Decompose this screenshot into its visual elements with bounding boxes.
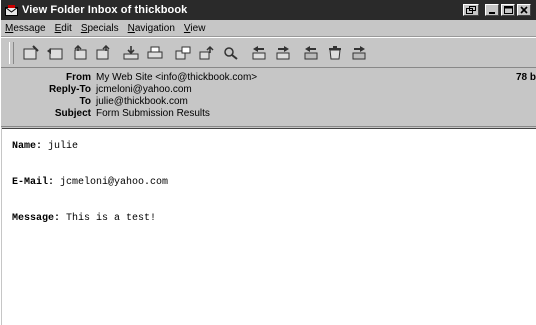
message-size: 78 b [515, 72, 536, 83]
subject-value: Form Submission Results [96, 108, 210, 119]
window-title: View Folder Inbox of thickbook [22, 4, 188, 16]
to-value[interactable]: julie@thickbook.com [96, 96, 188, 108]
email-line: E-Mail: jcmeloni@yahoo.com [12, 177, 526, 189]
menu-message[interactable]: Message [5, 23, 46, 34]
minimize-icon[interactable] [485, 4, 499, 16]
to-label: To [79, 96, 91, 107]
replyto-row: Reply-To jcmeloni@yahoo.com [1, 84, 536, 96]
message-body[interactable]: Name: julie E-Mail: jcmeloni@yahoo.com M… [2, 128, 536, 325]
subject-row: Subject Form Submission Results [1, 108, 536, 120]
to-row: To julie@thickbook.com [1, 96, 536, 108]
menu-navigation[interactable]: Navigation [128, 23, 175, 34]
prev-unread-icon[interactable] [301, 42, 321, 64]
email-value: jcmeloni@yahoo.com [54, 177, 169, 188]
prev-icon[interactable] [249, 42, 269, 64]
name-line: Name: julie [12, 141, 526, 153]
name-value: julie [42, 141, 79, 152]
download-icon[interactable] [121, 42, 141, 64]
mail-app-icon [4, 4, 18, 16]
next-icon[interactable] [273, 42, 293, 64]
delete-icon[interactable] [325, 42, 345, 64]
title-bar[interactable]: View Folder Inbox of thickbook [1, 0, 536, 20]
message-value: This is a test! [60, 213, 157, 224]
from-label: From [66, 72, 91, 83]
print-icon[interactable] [145, 42, 165, 64]
replyto-value[interactable]: jcmeloni@yahoo.com [96, 84, 192, 96]
menu-edit[interactable]: Edit [55, 23, 72, 34]
menu-specials[interactable]: Specials [81, 23, 119, 34]
search-icon[interactable] [221, 42, 241, 64]
next-unread-icon[interactable] [349, 42, 369, 64]
message-line: Message: This is a test! [12, 213, 526, 225]
move-icon[interactable] [173, 42, 193, 64]
name-label: Name: [12, 141, 43, 152]
toolbar [1, 37, 536, 68]
toolbar-grip[interactable] [9, 41, 14, 64]
forward-icon[interactable] [93, 42, 113, 64]
from-value[interactable]: My Web Site <info@thickbook.com> [96, 72, 257, 84]
message-label: Message: [12, 213, 61, 224]
new-message-icon[interactable] [21, 42, 41, 64]
message-headers: From My Web Site <info@thickbook.com> Re… [1, 68, 536, 127]
email-label: E-Mail: [12, 177, 55, 188]
maximize-icon[interactable] [501, 4, 515, 16]
restore-icon[interactable] [463, 4, 479, 16]
from-row: From My Web Site <info@thickbook.com> [1, 72, 536, 84]
reply-all-icon[interactable] [69, 42, 89, 64]
copy-icon[interactable] [197, 42, 217, 64]
reply-icon[interactable] [45, 42, 65, 64]
menu-bar: Message Edit Specials Navigation View [1, 20, 536, 37]
menu-view[interactable]: View [184, 23, 206, 34]
close-icon[interactable] [517, 4, 531, 16]
mail-window: View Folder Inbox of thickbook Message E… [0, 0, 536, 325]
replyto-label: Reply-To [48, 84, 91, 95]
subject-label: Subject [54, 108, 91, 119]
